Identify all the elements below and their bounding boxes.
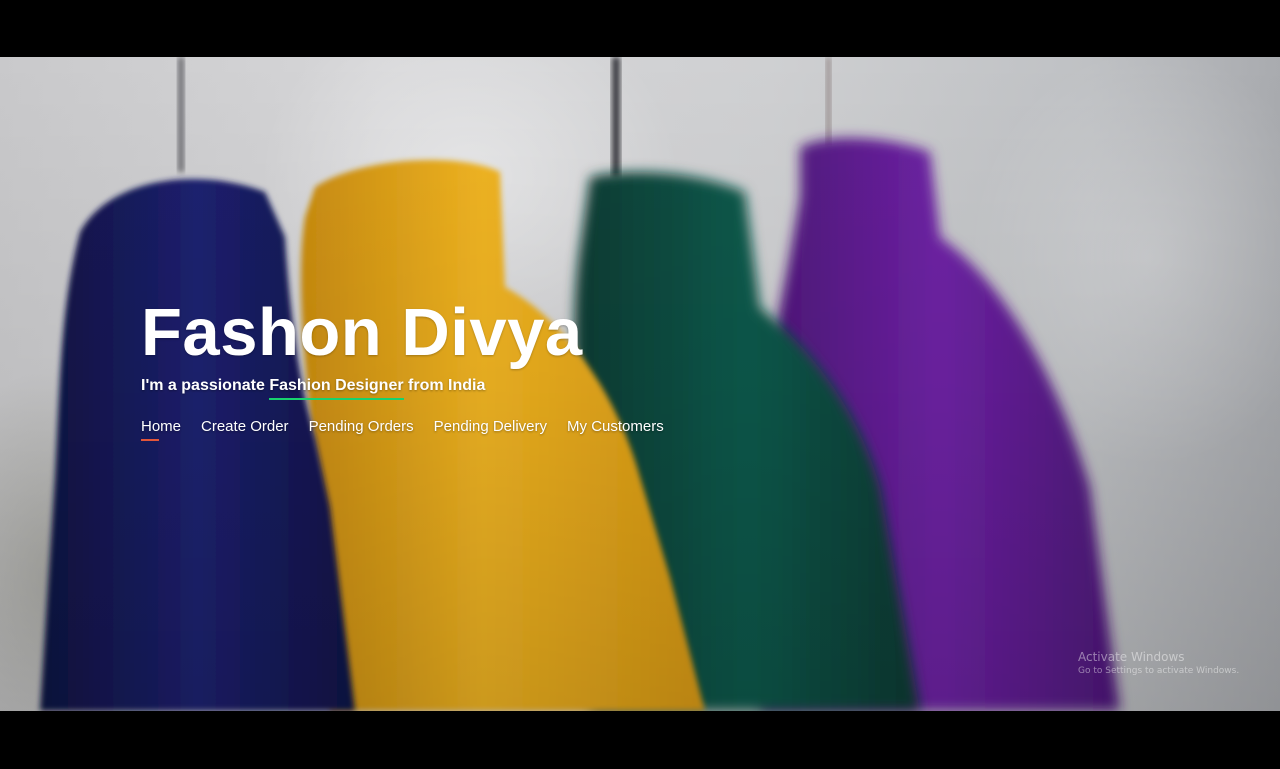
nav-pending-delivery[interactable]: Pending Delivery	[434, 418, 547, 441]
tagline: I'm a passionate Fashion Designer from I…	[141, 377, 664, 400]
nav-pending-orders[interactable]: Pending Orders	[309, 418, 414, 441]
hero-intro: Fashon Divya I'm a passionate Fashion De…	[141, 297, 664, 441]
watermark-subtitle: Go to Settings to activate Windows.	[1078, 666, 1240, 676]
activate-windows-watermark: Activate Windows Go to Settings to activ…	[1078, 649, 1239, 678]
watermark-title: Activate Windows	[1078, 650, 1185, 664]
nav-home[interactable]: Home	[141, 418, 181, 441]
nav-create-order[interactable]: Create Order	[201, 418, 289, 441]
tagline-prefix: I'm a passionate	[141, 377, 265, 394]
tagline-typed-text: Fashion Designer	[269, 377, 404, 400]
hero-section: Fashon Divya I'm a passionate Fashion De…	[0, 57, 1280, 711]
main-nav: Home Create Order Pending Orders Pending…	[141, 418, 664, 441]
nav-my-customers[interactable]: My Customers	[567, 418, 664, 441]
site-title: Fashon Divya	[141, 295, 583, 370]
tagline-suffix: from India	[408, 377, 486, 394]
letterbox-bottom	[0, 711, 1280, 769]
letterbox-top	[0, 0, 1280, 57]
